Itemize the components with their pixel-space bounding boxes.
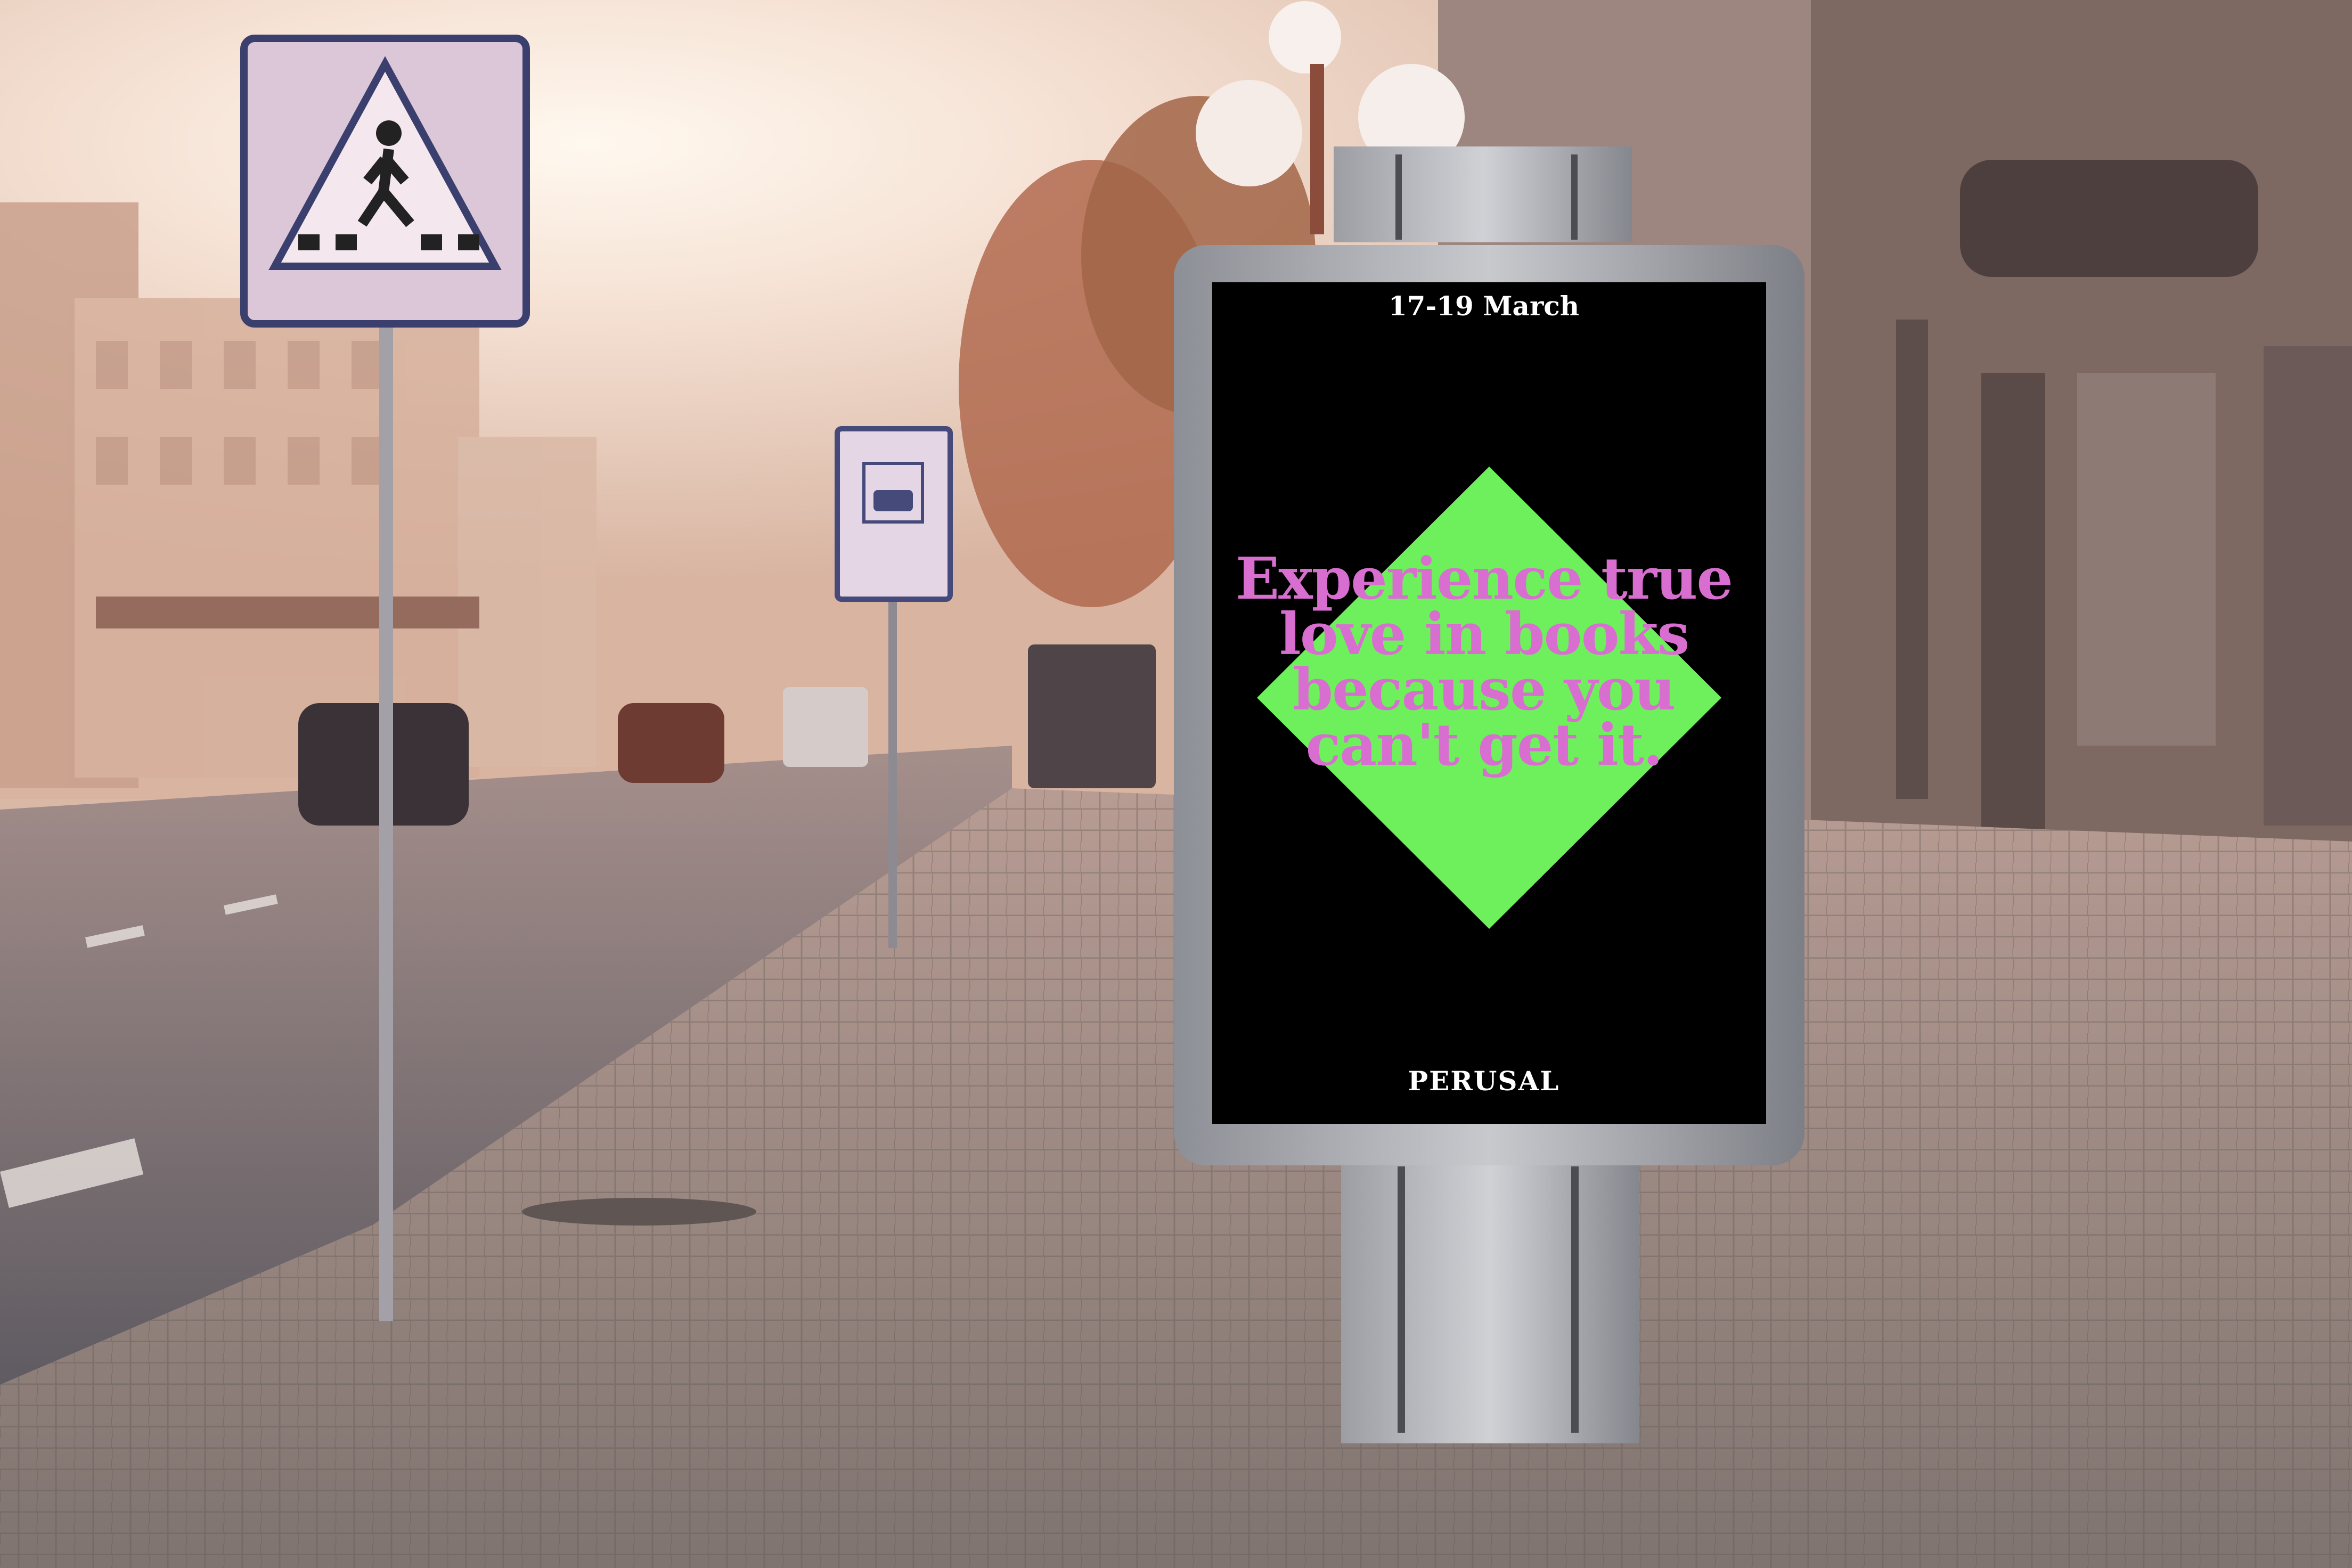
poster-headline: Experience true love in books because yo… <box>1212 545 1755 779</box>
poster-headline-line: because you <box>1293 656 1676 723</box>
poster-brand: PERUSAL <box>1408 1065 1560 1097</box>
poster-headline-line: Experience true <box>1235 545 1733 612</box>
poster-headline-line: can't get it. <box>1305 712 1663 779</box>
poster-headline-line: love in books <box>1279 601 1690 668</box>
street-scene <box>0 0 2352 1568</box>
poster-date: 17-19 March <box>1388 290 1580 322</box>
